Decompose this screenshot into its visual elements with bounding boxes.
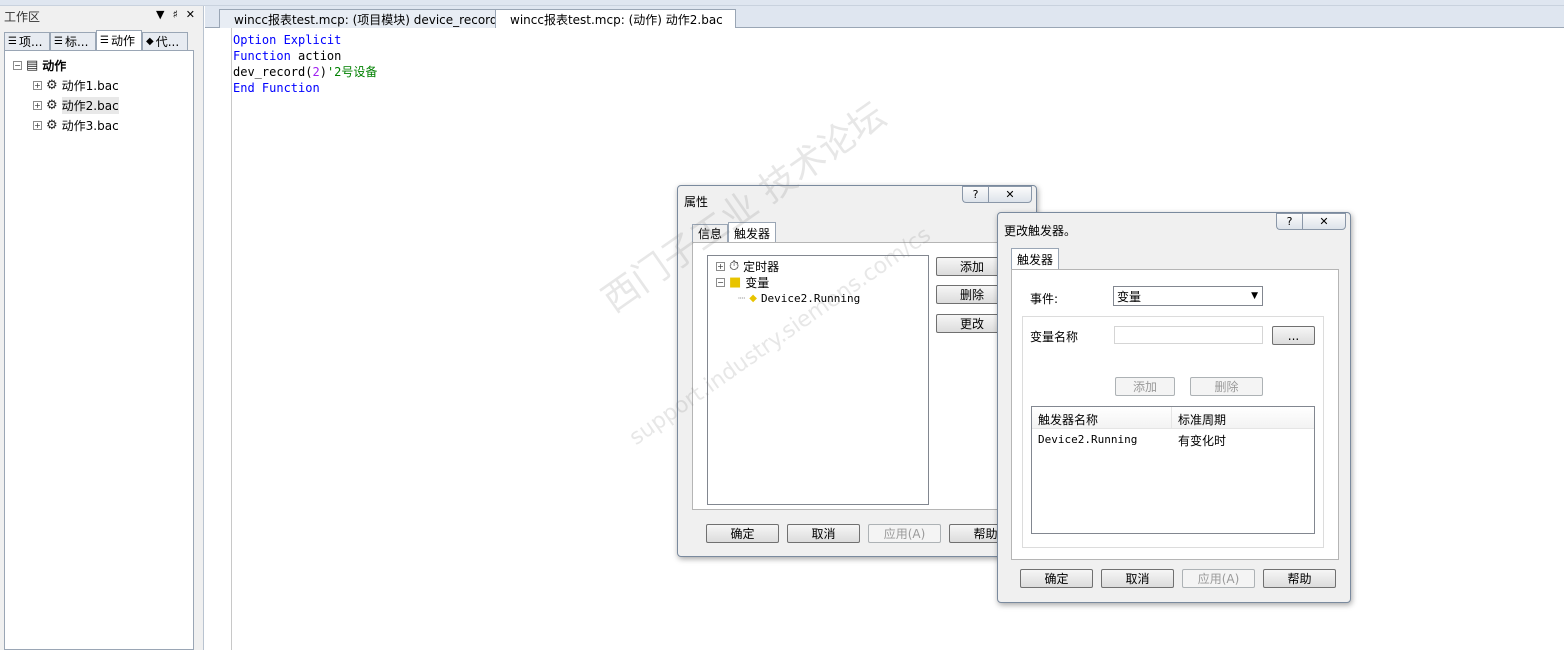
tagname-input[interactable] bbox=[1114, 326, 1263, 344]
event-select[interactable]: 变量 ▼ bbox=[1113, 286, 1263, 306]
trigger-tree: + ⏱ 定时器 − ■ 变量 ┈ ◆ Device2.Running bbox=[707, 255, 929, 505]
tag-icon: ☰ bbox=[54, 36, 63, 47]
tree-item[interactable]: + ⚙ 动作2.bac bbox=[33, 97, 119, 114]
tagname-label: 变量名称 bbox=[1030, 330, 1079, 344]
cancel-button[interactable]: 取消 bbox=[1101, 569, 1174, 588]
tag-icon: ◆ bbox=[749, 292, 757, 304]
workspace-tabs: ☰ 项... ☰ 标... ☰ 动作 ◆ 代... bbox=[4, 30, 188, 50]
tree-item-tag[interactable]: − ■ 变量 bbox=[716, 274, 769, 291]
action-icon: ☰ bbox=[100, 35, 109, 46]
tab-info[interactable]: 信息 bbox=[692, 224, 729, 242]
tab-action2[interactable]: wincc报表test.mcp: (动作) 动作2.bac bbox=[495, 9, 736, 29]
collapse-icon[interactable]: − bbox=[13, 61, 22, 70]
code-icon: ◆ bbox=[146, 36, 154, 47]
script-gear-icon: ⚙ bbox=[46, 98, 58, 113]
apply-button[interactable]: 应用(A) bbox=[868, 524, 941, 543]
pin-icon[interactable]: ♯ bbox=[172, 8, 177, 21]
list-item[interactable]: Device2.Running 有变化时 bbox=[1032, 431, 1314, 450]
close-icon[interactable]: ✕ bbox=[186, 8, 195, 21]
tree-item[interactable]: + ⚙ 动作3.bac bbox=[33, 117, 119, 134]
dialog-tabs: 触发器 bbox=[1011, 248, 1060, 269]
event-label: 事件: bbox=[1030, 292, 1059, 306]
column-header[interactable]: 触发器名称 bbox=[1032, 407, 1172, 428]
script-gear-icon: ⚙ bbox=[46, 118, 58, 133]
help-icon[interactable]: ? bbox=[1276, 213, 1302, 230]
tree-root[interactable]: − ▤ 动作 bbox=[13, 57, 66, 74]
chevron-down-icon: ▼ bbox=[1251, 291, 1258, 301]
code-line: Option Explicit bbox=[233, 33, 342, 47]
tab-trigger[interactable]: 触发器 bbox=[1011, 248, 1060, 269]
expand-icon[interactable]: + bbox=[33, 101, 42, 110]
tab-code[interactable]: ◆ 代... bbox=[142, 32, 188, 50]
title-buttons: ? ✕ bbox=[962, 186, 1032, 203]
code-line: dev_record(2)'2号设备 bbox=[233, 65, 378, 79]
ok-button[interactable]: 确定 bbox=[706, 524, 779, 543]
collapse-icon[interactable]: − bbox=[716, 278, 725, 287]
close-icon[interactable]: ✕ bbox=[988, 186, 1032, 203]
list-header: 触发器名称 标准周期 bbox=[1032, 407, 1314, 429]
code-line: End Function bbox=[233, 81, 320, 95]
tree-item-tag-child[interactable]: ┈ ◆ Device2.Running bbox=[738, 291, 860, 305]
tab-triggers[interactable]: 触发器 bbox=[728, 222, 777, 243]
tab-device-record[interactable]: wincc报表test.mcp: (项目模块) device_record.bm… bbox=[219, 9, 541, 28]
expand-icon[interactable]: + bbox=[33, 121, 42, 130]
change-trigger-dialog: 更改触发器。 ? ✕ 触发器 事件: 变量 ▼ 变量名称 ... 添加 删除 触… bbox=[997, 212, 1351, 603]
editor-gutter bbox=[210, 28, 232, 650]
folder-icon: ▤ bbox=[26, 58, 39, 73]
dialog-title: 更改触发器。 bbox=[1004, 224, 1077, 238]
action-tree: − ▤ 动作 + ⚙ 动作1.bac + ⚙ 动作2.bac + ⚙ 动作3.b… bbox=[4, 50, 194, 650]
help-button[interactable]: 帮助 bbox=[1263, 569, 1336, 588]
script-gear-icon: ⚙ bbox=[46, 78, 58, 93]
workspace-controls: ▼ ♯ ✕ bbox=[156, 8, 195, 21]
triggers-panel: + ⏱ 定时器 − ■ 变量 ┈ ◆ Device2.Running 添加 删除… bbox=[692, 242, 1022, 510]
project-icon: ☰ bbox=[8, 36, 17, 47]
folder-icon: ■ bbox=[729, 275, 742, 290]
document-tabbar: wincc报表test.mcp: (项目模块) device_record.bm… bbox=[205, 6, 1564, 29]
trigger-list: 触发器名称 标准周期 Device2.Running 有变化时 bbox=[1031, 406, 1315, 534]
browse-button[interactable]: ... bbox=[1272, 326, 1315, 345]
dialog-tabs: 信息 触发器 bbox=[692, 222, 777, 243]
dropdown-icon[interactable]: ▼ bbox=[156, 8, 164, 21]
tree-item[interactable]: + ⚙ 动作1.bac bbox=[33, 77, 119, 94]
cancel-button[interactable]: 取消 bbox=[787, 524, 860, 543]
tag-group: 变量名称 ... 添加 删除 触发器名称 标准周期 Device2.Runnin… bbox=[1022, 316, 1324, 548]
tree-item-timer[interactable]: + ⏱ 定时器 bbox=[716, 258, 779, 275]
properties-dialog: 属性 ? ✕ 信息 触发器 + ⏱ 定时器 − ■ 变量 ┈ ◆ Device2… bbox=[677, 185, 1037, 557]
workspace-title: 工作区 bbox=[4, 10, 41, 24]
clock-icon: ⏱ bbox=[729, 259, 740, 274]
code-line: Function action bbox=[233, 49, 342, 63]
workspace-panel: 工作区 ▼ ♯ ✕ ☰ 项... ☰ 标... ☰ 动作 ◆ 代... − ▤ 动作 +… bbox=[0, 6, 204, 650]
title-buttons: ? ✕ bbox=[1276, 213, 1346, 230]
tab-project[interactable]: ☰ 项... bbox=[4, 32, 50, 50]
delete-button[interactable]: 删除 bbox=[1190, 377, 1263, 396]
ok-button[interactable]: 确定 bbox=[1020, 569, 1093, 588]
apply-button[interactable]: 应用(A) bbox=[1182, 569, 1255, 588]
code-text[interactable]: Option Explicit Function action dev_reco… bbox=[233, 32, 377, 96]
add-button[interactable]: 添加 bbox=[1115, 377, 1175, 396]
tab-tags[interactable]: ☰ 标... bbox=[50, 32, 96, 50]
trigger-panel: 事件: 变量 ▼ 变量名称 ... 添加 删除 触发器名称 标准周期 Devic… bbox=[1011, 269, 1339, 560]
tab-actions[interactable]: ☰ 动作 bbox=[96, 30, 142, 50]
help-icon[interactable]: ? bbox=[962, 186, 988, 203]
close-icon[interactable]: ✕ bbox=[1302, 213, 1346, 230]
column-header[interactable]: 标准周期 bbox=[1172, 407, 1314, 428]
dialog-title: 属性 bbox=[684, 195, 709, 209]
expand-icon[interactable]: + bbox=[33, 81, 42, 90]
expand-icon[interactable]: + bbox=[716, 262, 725, 271]
